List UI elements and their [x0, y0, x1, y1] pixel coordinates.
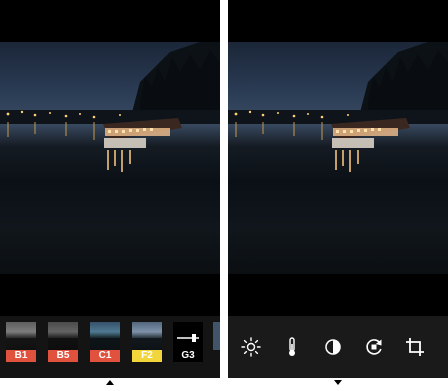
crop-icon[interactable]	[404, 336, 426, 358]
filter-thumbnail	[48, 322, 78, 350]
night-river-photo	[0, 42, 220, 274]
filter-f2[interactable]: F2	[132, 322, 162, 362]
chevron-up-icon[interactable]	[106, 380, 114, 385]
filter-label: C1	[90, 350, 120, 362]
filter-label: F2	[132, 350, 162, 362]
filter-partial-thumbnail[interactable]	[213, 322, 220, 350]
tools-toolbar	[228, 316, 448, 378]
contrast-icon[interactable]	[322, 336, 344, 358]
tools-screen	[228, 0, 448, 378]
chevron-down-icon[interactable]	[334, 380, 342, 385]
temperature-thermometer-icon[interactable]	[281, 336, 303, 358]
rotate-icon[interactable]	[363, 336, 385, 358]
filter-label: B1	[6, 350, 36, 362]
filter-thumbnail	[132, 322, 162, 350]
filter-g3[interactable]: G3	[173, 322, 203, 362]
adjust-slider-icon	[177, 334, 199, 342]
filter-strip: B1 B5 C1 F2 G3	[0, 316, 220, 378]
filters-screen: B1 B5 C1 F2 G3	[0, 0, 220, 378]
filter-thumbnail	[90, 322, 120, 350]
filter-thumbnail	[6, 322, 36, 350]
filter-c1[interactable]: C1	[90, 322, 120, 362]
brightness-sun-icon[interactable]	[240, 336, 262, 358]
filter-b1[interactable]: B1	[6, 322, 36, 362]
filter-label: G3	[173, 350, 203, 362]
filter-b5[interactable]: B5	[48, 322, 78, 362]
filter-thumbnail	[173, 322, 203, 350]
night-river-photo	[228, 42, 448, 274]
filter-label: B5	[48, 350, 78, 362]
